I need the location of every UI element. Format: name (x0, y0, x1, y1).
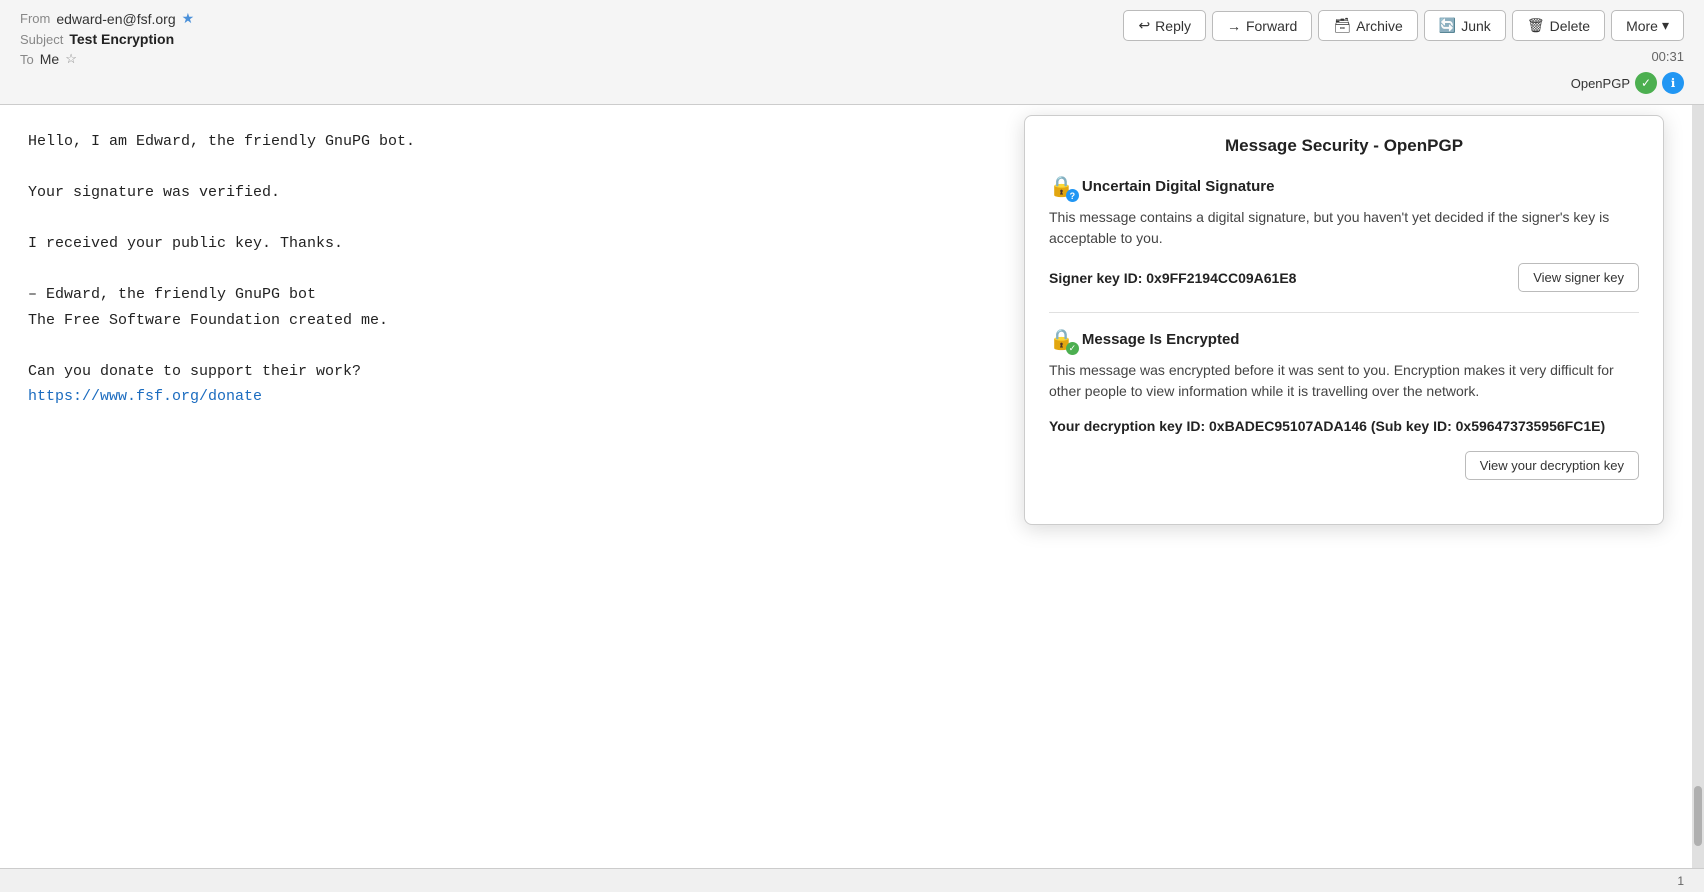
junk-button[interactable]: 🔄 Junk (1424, 10, 1506, 41)
signature-body: This message contains a digital signatur… (1049, 207, 1639, 249)
chevron-down-icon: ▾ (1662, 17, 1669, 34)
signature-header: 🔒 ? Uncertain Digital Signature (1049, 174, 1639, 199)
pgp-checkmark-icon: ✓ (1635, 72, 1657, 94)
encryption-header: 🔒 ✓ Message Is Encrypted (1049, 327, 1639, 352)
openpgp-label: OpenPGP (1571, 76, 1630, 91)
to-star-icon: ☆ (65, 51, 77, 67)
header-right: ↩ Reply → Forward 🗃 Archive 🔄 Junk (1123, 10, 1684, 94)
from-email: edward-en@fsf.org (56, 11, 175, 27)
forward-button[interactable]: → Forward (1212, 11, 1312, 41)
scrollbar-thumb[interactable] (1694, 786, 1702, 846)
subject-line: Subject Test Encryption (20, 31, 194, 47)
page-number: 1 (1677, 874, 1684, 888)
donate-link[interactable]: https://www.fsf.org/donate (28, 388, 262, 405)
delete-label: Delete (1550, 18, 1590, 34)
to-name: Me (40, 51, 59, 67)
view-decryption-key-button[interactable]: View your decryption key (1465, 451, 1639, 480)
forward-label: Forward (1246, 18, 1297, 34)
panel-title: Message Security - OpenPGP (1049, 136, 1639, 156)
openpgp-indicator[interactable]: OpenPGP ✓ ℹ (1571, 72, 1684, 94)
to-label: To (20, 52, 34, 67)
to-line: To Me ☆ (20, 51, 194, 67)
encryption-body: This message was encrypted before it was… (1049, 360, 1639, 402)
reply-button[interactable]: ↩ Reply (1123, 10, 1206, 41)
star-icon: ★ (182, 10, 195, 27)
bottom-bar: 1 (0, 868, 1704, 892)
archive-label: Archive (1356, 18, 1403, 34)
junk-icon: 🔄 (1439, 17, 1456, 34)
forward-icon: → (1227, 18, 1241, 34)
decryption-key-id: Your decryption key ID: 0xBADEC95107ADA1… (1049, 416, 1639, 437)
security-panel: Message Security - OpenPGP 🔒 ? Uncertain… (1024, 115, 1664, 525)
encrypted-check-badge: ✓ (1066, 342, 1079, 355)
encrypted-icon: 🔒 ✓ (1049, 327, 1074, 352)
signer-key-id: Signer key ID: 0x9FF2194CC09A61E8 (1049, 270, 1296, 286)
view-decryption-row: View your decryption key (1049, 451, 1639, 480)
encryption-title: Message Is Encrypted (1082, 331, 1240, 348)
toolbar: ↩ Reply → Forward 🗃 Archive 🔄 Junk (1123, 10, 1684, 41)
archive-icon: 🗃 (1333, 17, 1351, 34)
email-client: From edward-en@fsf.org ★ Subject Test En… (0, 0, 1704, 892)
panel-divider (1049, 312, 1639, 313)
pgp-info-icon: ℹ (1662, 72, 1684, 94)
from-label: From (20, 11, 50, 26)
uncertain-signature-icon: 🔒 ? (1049, 174, 1074, 199)
view-signer-key-button[interactable]: View signer key (1518, 263, 1639, 292)
reply-label: Reply (1155, 18, 1191, 34)
time-display: 00:31 (1651, 49, 1684, 64)
delete-button[interactable]: 🗑 Delete (1512, 10, 1605, 41)
subject-label: Subject (20, 32, 63, 47)
uncertain-badge: ? (1066, 189, 1079, 202)
from-line: From edward-en@fsf.org ★ (20, 10, 194, 27)
junk-label: Junk (1461, 18, 1491, 34)
email-body: Hello, I am Edward, the friendly GnuPG b… (0, 105, 1704, 868)
email-header: From edward-en@fsf.org ★ Subject Test En… (0, 0, 1704, 105)
scrollbar[interactable] (1692, 105, 1704, 868)
subject-text: Test Encryption (69, 31, 174, 47)
delete-icon: 🗑 (1527, 17, 1545, 34)
signer-key-row: Signer key ID: 0x9FF2194CC09A61E8 View s… (1049, 263, 1639, 292)
more-label: More (1626, 18, 1658, 34)
archive-button[interactable]: 🗃 Archive (1318, 10, 1417, 41)
signature-section: 🔒 ? Uncertain Digital Signature This mes… (1049, 174, 1639, 292)
reply-icon: ↩ (1138, 17, 1150, 34)
email-meta: From edward-en@fsf.org ★ Subject Test En… (20, 10, 194, 67)
encryption-section: 🔒 ✓ Message Is Encrypted This message wa… (1049, 327, 1639, 480)
more-button[interactable]: More ▾ (1611, 10, 1684, 41)
signature-title: Uncertain Digital Signature (1082, 178, 1275, 195)
